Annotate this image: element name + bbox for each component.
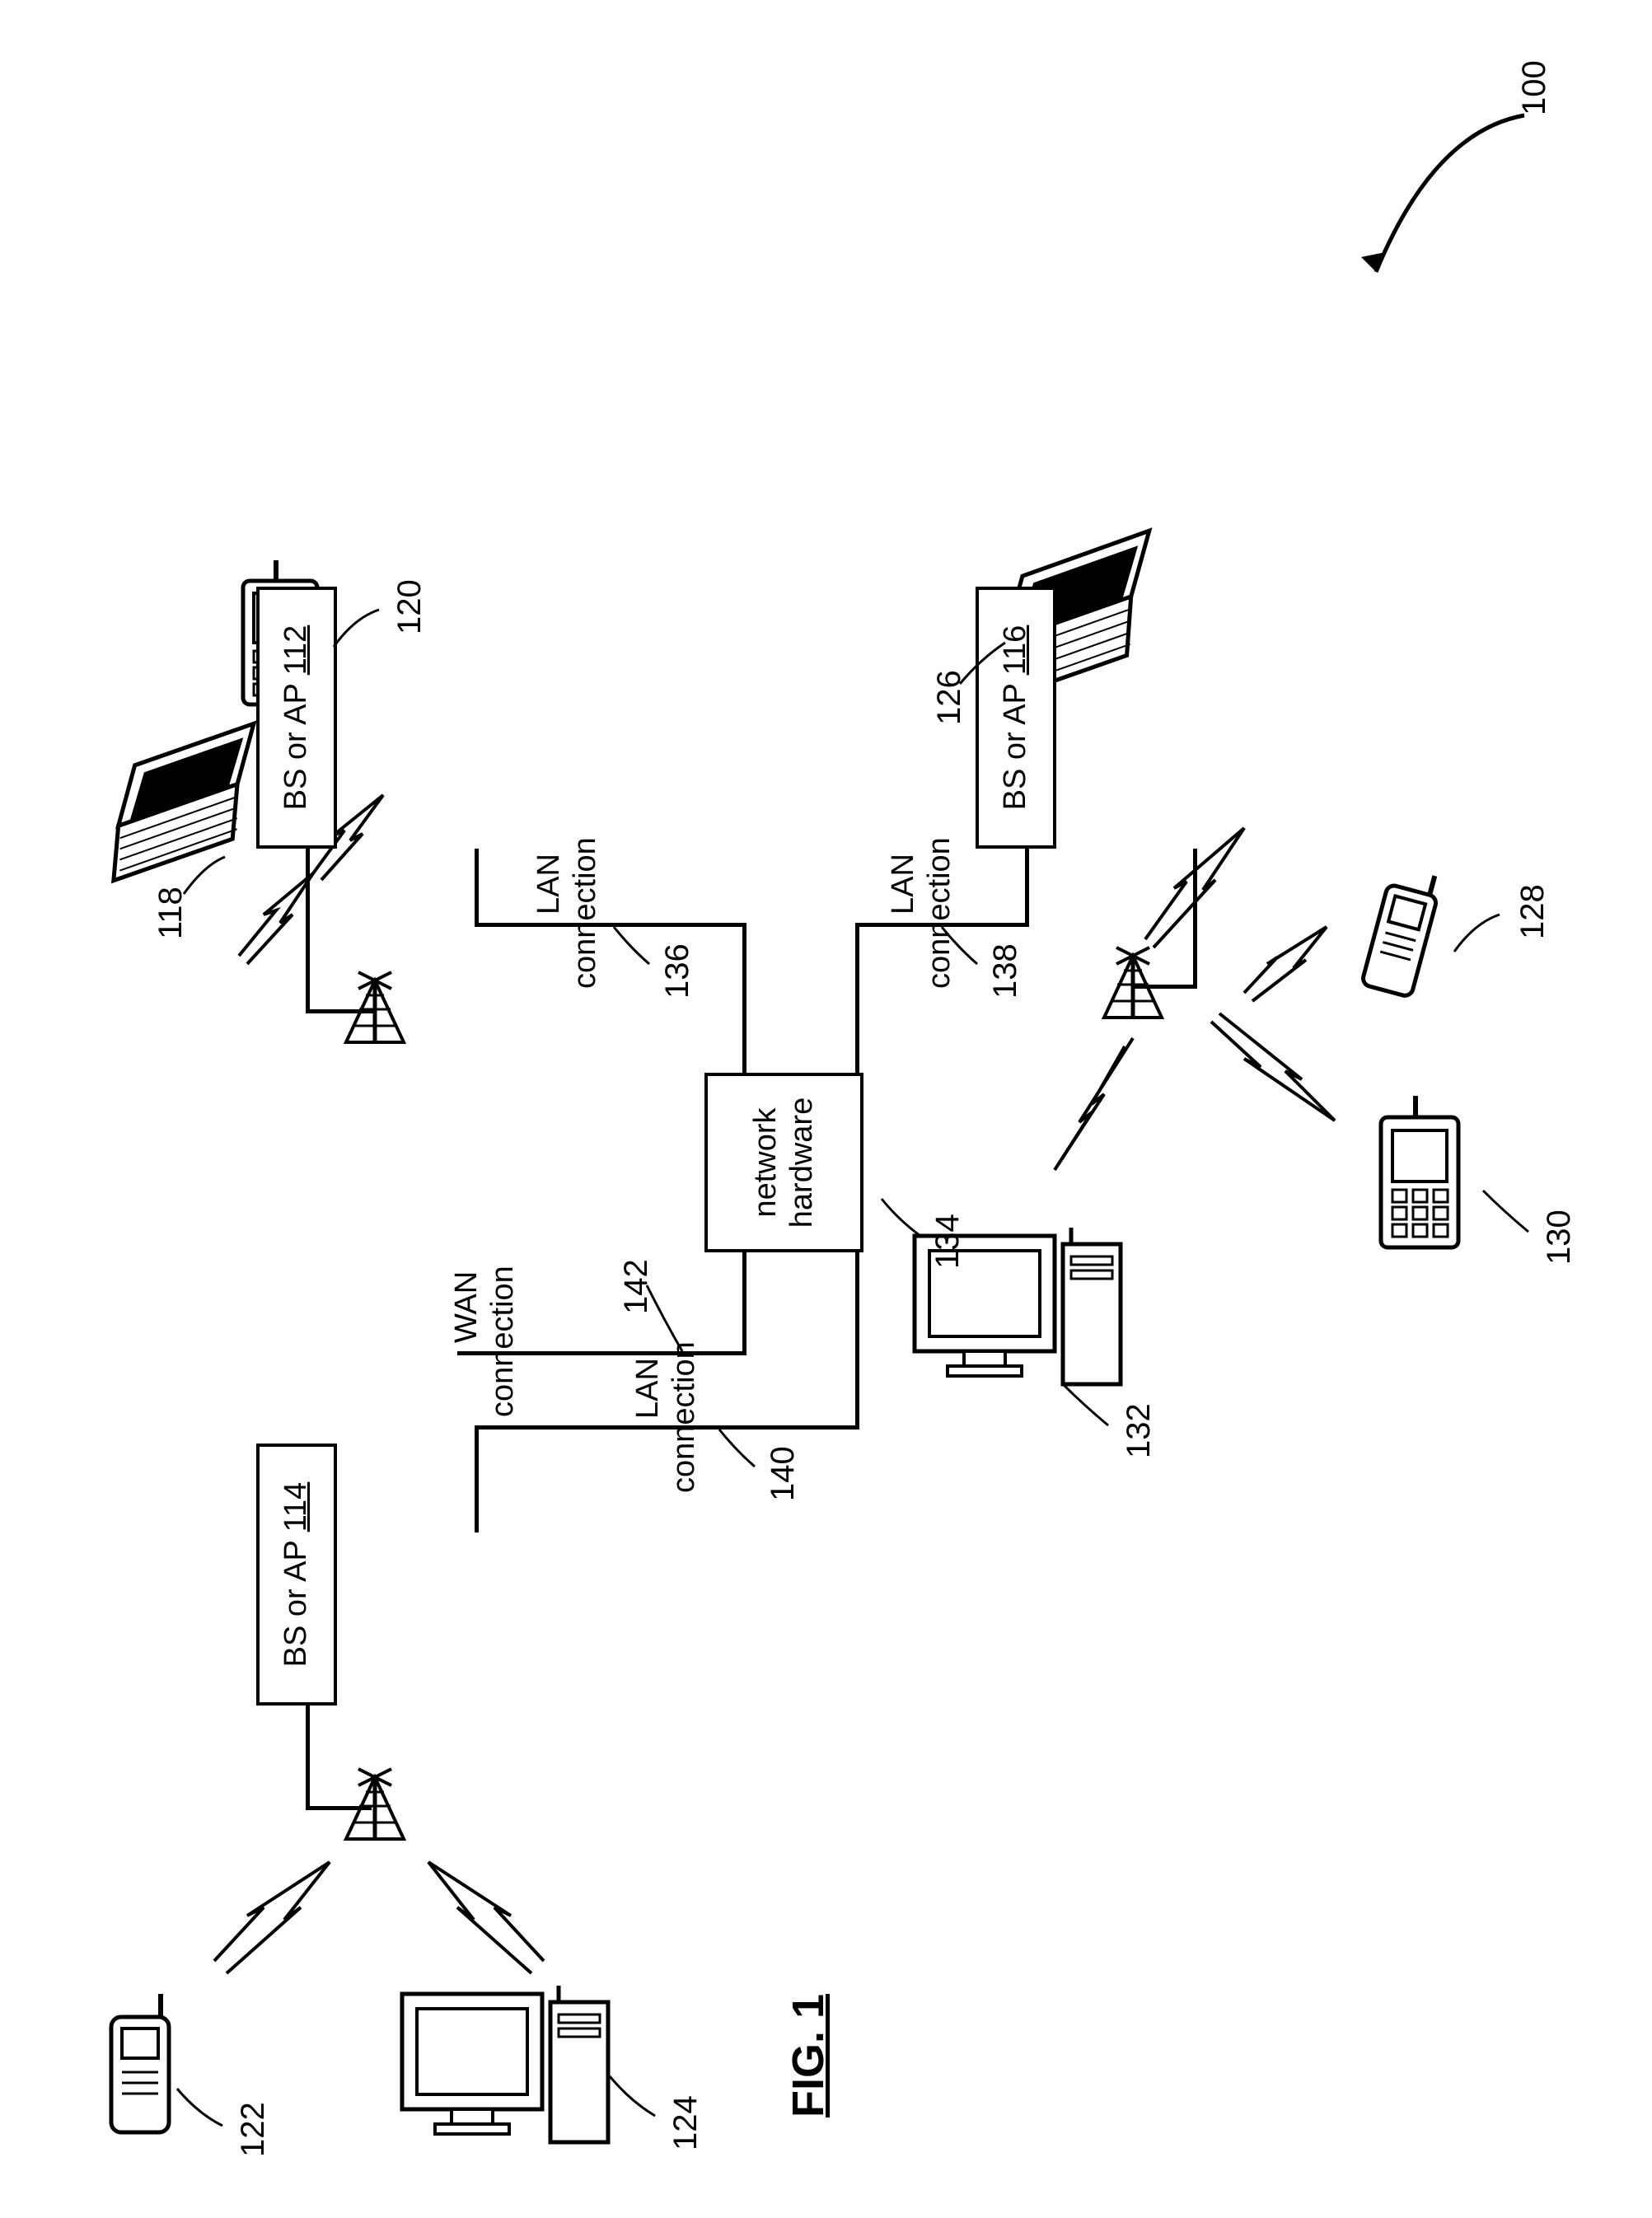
ap112-label: BS or AP 112 <box>278 625 315 811</box>
nethw-line1: network <box>748 1107 784 1217</box>
lan-label-136b: connection <box>569 837 603 989</box>
wan-label-b: connection <box>486 1266 521 1417</box>
box-ap116: BS or AP 116 <box>976 587 1056 849</box>
wire-to-ap114 <box>475 1425 479 1532</box>
pda-icon-2 <box>1360 1096 1483 1269</box>
bolt-122-114 <box>206 1854 354 1977</box>
ref-140: 140 <box>765 1446 802 1501</box>
lan-label-140b: connection <box>667 1341 702 1493</box>
bolt-128-116 <box>1236 923 1343 1005</box>
box-network-hardware: network hardware <box>704 1073 863 1252</box>
leader-134 <box>877 1199 927 1240</box>
lan-label-138a: LAN <box>887 854 921 915</box>
bolt-132-116 <box>1046 1038 1145 1186</box>
figure-label: FIG. 1 <box>783 1994 834 2117</box>
antenna-ap112 <box>321 972 453 1104</box>
wire-ap112-to-hw <box>742 923 746 1083</box>
box-ap114: BS or AP 114 <box>256 1444 337 1706</box>
wire-hw-down-right <box>855 1252 859 1430</box>
diagram-canvas: BS or AP 112 BS or AP 114 BS or AP 116 n… <box>0 0 1652 2218</box>
pc-icon <box>394 1969 633 2175</box>
leader-130 <box>1479 1191 1537 1236</box>
ref-134: 134 <box>929 1214 966 1269</box>
ref-142: 142 <box>618 1259 655 1314</box>
lan-label-140a: LAN <box>631 1358 666 1419</box>
leader-140 <box>715 1430 760 1471</box>
bolt-124-114 <box>412 1854 560 1977</box>
leader-132 <box>1059 1384 1116 1430</box>
leader-124 <box>606 2076 663 2122</box>
ref-132: 132 <box>1121 1403 1158 1458</box>
wire-ap116-down <box>1025 849 1029 927</box>
ref-120: 120 <box>391 579 428 634</box>
cellphone-icon-2 <box>1351 869 1450 1009</box>
leader-136 <box>610 927 655 968</box>
arrow-100 <box>1351 107 1533 338</box>
ref-124: 124 <box>667 2095 704 2150</box>
wire-wan-v <box>742 1252 746 1355</box>
wire-ap112-down <box>475 849 479 927</box>
wire-ap114-ant-v <box>306 1703 310 1810</box>
ref-126: 126 <box>931 670 968 725</box>
box-ap112: BS or AP 112 <box>256 587 337 849</box>
ref-100: 100 <box>1516 60 1553 115</box>
ref-136: 136 <box>659 943 696 999</box>
ref-138: 138 <box>987 943 1024 999</box>
leader-122 <box>173 2089 231 2130</box>
ref-130: 130 <box>1541 1210 1578 1265</box>
wan-label-a: WAN <box>450 1271 484 1343</box>
ref-122: 122 <box>235 2102 272 2157</box>
leader-120 <box>330 610 387 651</box>
ap114-label: BS or AP 114 <box>278 1482 315 1668</box>
bolt-130-116 <box>1203 1013 1351 1137</box>
nethw-line2: hardware <box>784 1097 821 1228</box>
ref-128: 128 <box>1514 884 1551 939</box>
wire-ap116-to-hw <box>855 923 859 1083</box>
ref-118: 118 <box>152 887 190 939</box>
leader-128 <box>1450 915 1508 956</box>
leader-138 <box>938 927 983 968</box>
lan-label-136a: LAN <box>532 854 567 915</box>
